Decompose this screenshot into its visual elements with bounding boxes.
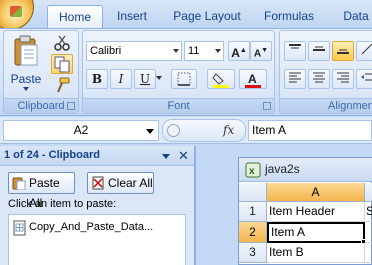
alignment-group: Alignmen (279, 30, 372, 114)
font-color-icon: A (245, 72, 261, 88)
clipboard-instruction: Click an item to paste: (8, 198, 117, 210)
name-box-value: A2 (73, 123, 89, 137)
fill-color-button[interactable] (207, 69, 235, 89)
font-launcher-icon[interactable] (263, 102, 271, 110)
tab-formulas[interactable]: Formulas (258, 5, 320, 28)
pane-options-icon[interactable] (162, 154, 170, 159)
row-header-3[interactable]: 3 (239, 243, 267, 263)
alignment-group-label: Alignmen (280, 98, 372, 113)
clipboard-pane-title: 1 of 24 - Clipboard (4, 149, 100, 161)
insert-function-icon[interactable]: fx (223, 123, 234, 137)
paste-dropdown-arrow[interactable] (23, 87, 29, 91)
underline-button[interactable]: U (134, 69, 156, 89)
orientation-button[interactable] (356, 41, 372, 61)
align-top-button[interactable] (284, 41, 306, 61)
excel-workbook-icon: x (245, 162, 261, 181)
cell-b1[interactable]: S (365, 202, 372, 222)
paste-label: Paste (10, 72, 42, 86)
cell-a2[interactable]: Item A (267, 222, 365, 243)
paste-button[interactable]: Paste (9, 35, 43, 91)
borders-icon (177, 72, 191, 86)
workbook-window: x java2s A 1 Item Header S 2 Item A 3 It… (238, 157, 372, 265)
font-group: Calibri 11 A▲ A▼ B I U A Font (82, 30, 275, 114)
bold-button[interactable]: B (86, 69, 108, 89)
shrink-font-button[interactable]: A▼ (250, 41, 272, 61)
svg-text:A: A (248, 72, 257, 86)
font-size-dropdown-icon (215, 49, 221, 53)
formula-input[interactable]: Item A (248, 120, 372, 141)
clipboard-item-icon (13, 220, 27, 239)
clear-all-button[interactable]: Clear All (87, 172, 154, 194)
select-all-corner[interactable] (239, 183, 267, 202)
clear-all-icon (91, 176, 105, 196)
paste-all-button[interactable]: Paste All (8, 172, 75, 210)
font-name-value: Calibri (90, 45, 122, 57)
clipboard-item-list: Copy_And_Paste_Data... (8, 214, 186, 265)
row-header-2[interactable]: 2 (239, 222, 267, 243)
paste-icon (14, 35, 38, 66)
name-box[interactable]: A2 (3, 120, 159, 141)
paste-all-icon (12, 176, 26, 196)
fill-bucket-icon (212, 73, 229, 88)
font-group-label: Font (83, 98, 274, 113)
tab-home[interactable]: Home (47, 5, 103, 28)
clipboard-group: Paste Clipboard (3, 30, 79, 114)
font-name-dropdown-icon (173, 49, 179, 53)
font-size-select[interactable]: 11 (184, 41, 224, 61)
office-button[interactable] (0, 0, 34, 30)
clear-all-label: Clear All (108, 176, 153, 190)
borders-button[interactable] (171, 69, 197, 89)
cut-icon[interactable] (52, 35, 72, 51)
cell-b2[interactable] (365, 222, 372, 243)
clipboard-item-label: Copy_And_Paste_Data... (29, 221, 154, 233)
column-header-a[interactable]: A (267, 183, 365, 202)
tab-insert[interactable]: Insert (108, 5, 156, 28)
align-left-button[interactable] (284, 69, 306, 89)
formula-bar: A2 fx Item A (0, 117, 372, 144)
clipboard-task-pane: 1 of 24 - Clipboard ✕ Paste All Clear Al… (0, 146, 196, 265)
formula-bar-expand-icon[interactable] (167, 124, 180, 137)
cell-a3[interactable]: Item B (267, 243, 365, 263)
font-color-button[interactable]: A (239, 69, 267, 89)
clipboard-pane-header: 1 of 24 - Clipboard ✕ (0, 146, 194, 166)
align-right-button[interactable] (332, 69, 354, 89)
formula-controls: fx (162, 119, 246, 142)
cell-a1[interactable]: Item Header (267, 202, 365, 222)
cell-b3[interactable] (365, 243, 372, 263)
column-header-b[interactable] (365, 183, 372, 202)
copy-icon[interactable] (51, 54, 73, 74)
italic-button[interactable]: I (110, 69, 132, 89)
font-name-select[interactable]: Calibri (86, 41, 182, 61)
workbook-title: java2s (265, 162, 300, 176)
clipboard-launcher-icon[interactable] (67, 102, 75, 110)
align-center-button[interactable] (308, 69, 330, 89)
close-pane-icon[interactable]: ✕ (178, 148, 189, 164)
tab-page-layout[interactable]: Page Layout (168, 5, 246, 28)
decrease-indent-button[interactable] (356, 69, 372, 89)
name-box-dropdown-icon[interactable] (146, 129, 154, 134)
row-header-1[interactable]: 1 (239, 202, 267, 222)
svg-text:x: x (249, 166, 255, 177)
align-bottom-button[interactable] (332, 41, 354, 61)
tab-data[interactable]: Data (336, 5, 372, 28)
format-painter-icon[interactable] (52, 77, 72, 93)
clipboard-item[interactable]: Copy_And_Paste_Data... (11, 219, 183, 237)
ribbon-tab-bar: Home Insert Page Layout Formulas Data (0, 0, 372, 30)
align-middle-button[interactable] (308, 41, 330, 61)
font-size-value: 11 (188, 45, 200, 57)
underline-dropdown-icon[interactable] (156, 76, 162, 80)
workbook-title-bar: x java2s (239, 158, 372, 182)
grow-font-button[interactable]: A▲ (228, 41, 250, 61)
